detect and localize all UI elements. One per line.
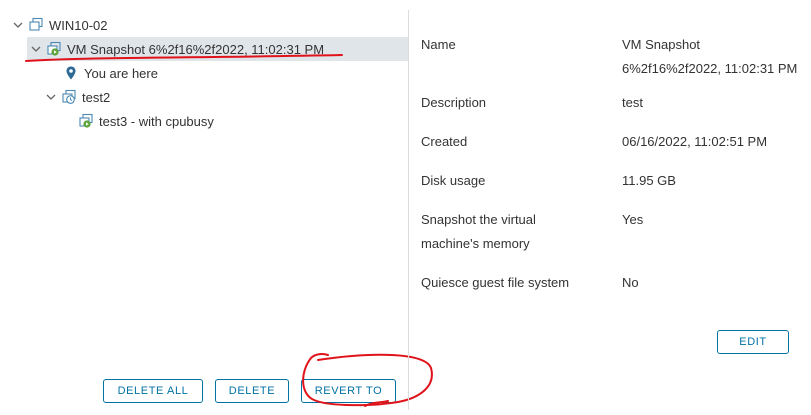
tree-node-you-are-here: You are here — [63, 61, 158, 85]
tree-node-test2[interactable]: test2 — [45, 85, 110, 109]
name-label: Name — [421, 37, 456, 52]
snapshot-clock-icon — [61, 89, 77, 105]
name-value-line1: VM Snapshot — [622, 37, 701, 52]
vm-icon — [28, 17, 44, 33]
snapshot-run-icon — [78, 113, 94, 129]
delete-all-button[interactable]: DELETE ALL — [103, 379, 203, 403]
snapshot-current-icon — [46, 41, 62, 57]
snapshot-tree-pane: WIN10-02 VM Snapshot 6%2f16%2f2022, 11:0… — [0, 0, 433, 415]
tree-node-label: test3 - with cpubusy — [99, 113, 214, 129]
disk-usage-value: 11.95 GB — [622, 173, 676, 188]
quiesce-label: Quiesce guest file system — [421, 275, 570, 290]
annotation-underline — [25, 54, 343, 62]
tree-node-label: WIN10-02 — [49, 17, 108, 33]
memory-label-line1: Snapshot the virtual — [421, 212, 536, 227]
tree-node-root[interactable]: WIN10-02 — [12, 13, 108, 37]
delete-button[interactable]: DELETE — [215, 379, 289, 403]
created-value: 06/16/2022, 11:02:51 PM — [622, 134, 768, 149]
name-value-line2: 6%2f16%2f2022, 11:02:31 PM — [622, 61, 798, 76]
created-label: Created — [421, 134, 468, 149]
disk-usage-label: Disk usage — [421, 173, 486, 188]
memory-value: Yes — [622, 212, 644, 227]
snapshot-details-pane: Name VM Snapshot 6%2f16%2f2022, 11:02:31… — [409, 0, 811, 415]
quiesce-value: No — [622, 275, 639, 290]
memory-label-line2: machine's memory — [421, 236, 530, 251]
tree-node-label: test2 — [82, 89, 111, 105]
revert-to-button[interactable]: REVERT TO — [301, 379, 396, 403]
chevron-down-icon[interactable] — [45, 91, 57, 103]
edit-button[interactable]: EDIT — [717, 330, 789, 354]
tree-node-label: You are here — [84, 65, 158, 81]
chevron-down-icon[interactable] — [30, 43, 42, 55]
description-label: Description — [421, 95, 487, 110]
tree-node-label: VM Snapshot 6%2f16%2f2022, 11:02:31 PM — [67, 41, 325, 57]
chevron-down-icon[interactable] — [12, 19, 24, 31]
location-pin-icon — [63, 65, 79, 81]
tree-node-test3[interactable]: test3 - with cpubusy — [78, 109, 214, 133]
description-value: test — [622, 95, 643, 110]
tree-node-snapshot-selected[interactable]: VM Snapshot 6%2f16%2f2022, 11:02:31 PM — [27, 37, 408, 61]
